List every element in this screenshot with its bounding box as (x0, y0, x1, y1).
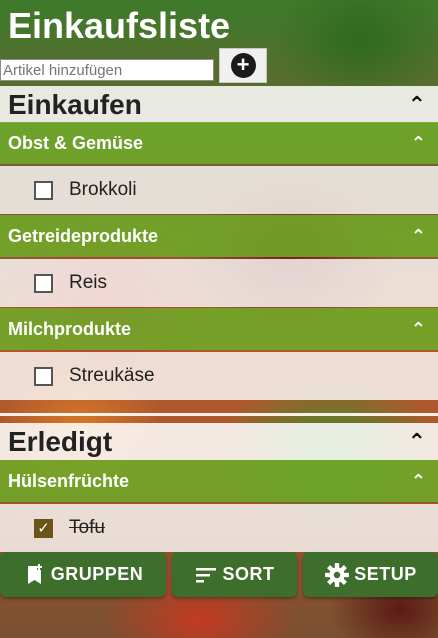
item-label: Streukäse (69, 365, 155, 386)
group-header-milchprodukte[interactable]: Milchprodukte ⌃ (0, 308, 438, 350)
sort-button-label: SORT (222, 564, 275, 584)
chevron-up-icon[interactable]: ⌃ (408, 429, 430, 455)
section-title: Erledigt (8, 425, 113, 457)
group-title: Milchprodukte (8, 318, 132, 339)
chevron-up-icon[interactable]: ⌃ (408, 92, 430, 118)
item-label: Brokkoli (69, 179, 137, 200)
bookmark-add-icon (27, 563, 42, 584)
item-label: Tofu (69, 517, 105, 538)
item-checkbox-checked[interactable]: ✓ (34, 518, 53, 538)
chevron-up-icon[interactable]: ⌃ (411, 133, 430, 154)
group-header-obst-gemuese[interactable]: Obst & Gemüse ⌃ (0, 122, 438, 164)
item-label: Reis (69, 272, 108, 293)
chevron-up-icon[interactable]: ⌃ (411, 471, 430, 492)
gear-icon (325, 562, 350, 587)
groups-button[interactable]: GRUPPEN (0, 552, 166, 597)
add-item-input[interactable] (0, 59, 214, 81)
item-checkbox[interactable] (34, 366, 53, 386)
groups-button-label: GRUPPEN (50, 564, 144, 584)
checkmark-icon: ✓ (37, 519, 50, 537)
plus-circle-icon: + (230, 53, 256, 78)
group-title: Hülsenfrüchte (8, 470, 130, 491)
app-title: Einkaufsliste (8, 5, 231, 46)
list-item[interactable]: Streukäse (0, 352, 438, 400)
add-item-row: + (0, 48, 268, 84)
list-item[interactable]: Reis (0, 259, 438, 307)
section-header-done[interactable]: Erledigt ⌃ (0, 423, 438, 460)
list-item[interactable]: Brokkoli (0, 166, 438, 214)
group-title: Getreideprodukte (8, 225, 159, 246)
sort-icon (196, 567, 217, 582)
list-item[interactable]: ✓ Tofu (0, 504, 438, 552)
setup-button-label: SETUP (354, 564, 417, 584)
chevron-up-icon[interactable]: ⌃ (411, 319, 430, 340)
section-divider (0, 413, 438, 416)
section-header-shopping[interactable]: Einkaufen ⌃ (0, 86, 438, 123)
group-title: Obst & Gemüse (8, 132, 144, 153)
item-checkbox[interactable] (34, 273, 53, 293)
item-checkbox[interactable] (34, 180, 53, 200)
setup-button[interactable]: SETUP (303, 552, 438, 597)
add-item-button[interactable]: + (219, 48, 267, 83)
group-header-getreideprodukte[interactable]: Getreideprodukte ⌃ (0, 215, 438, 257)
chevron-up-icon[interactable]: ⌃ (411, 226, 430, 247)
section-title: Einkaufen (8, 88, 142, 120)
group-header-huelsenfruechte[interactable]: Hülsenfrüchte ⌃ (0, 460, 438, 502)
sort-button[interactable]: SORT (172, 552, 297, 597)
